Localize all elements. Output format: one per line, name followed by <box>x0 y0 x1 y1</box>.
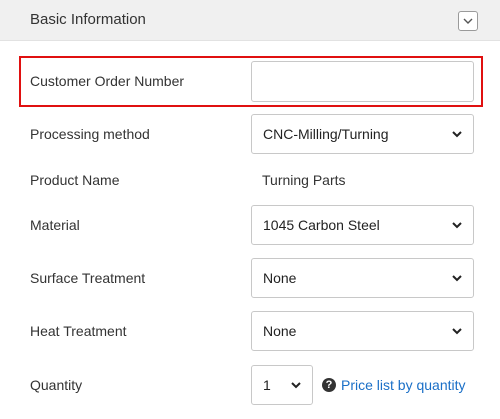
customer-order-number-input[interactable] <box>251 61 474 102</box>
processing-method-select[interactable]: CNC-Milling/Turning <box>251 114 474 154</box>
chevron-down-icon <box>452 328 462 335</box>
section-header: Basic Information <box>0 0 500 41</box>
chevron-down-icon <box>291 382 301 389</box>
quantity-label: Quantity <box>30 377 83 393</box>
material-select[interactable]: 1045 Carbon Steel <box>251 205 474 245</box>
product-name-label: Product Name <box>30 172 120 188</box>
material-value: 1045 Carbon Steel <box>263 217 380 233</box>
surface-treatment-value: None <box>263 270 297 286</box>
quantity-select[interactable]: 1 <box>251 365 313 405</box>
heat-treatment-value: None <box>263 323 297 339</box>
product-name-value: Turning Parts <box>262 172 346 188</box>
heat-treatment-row: Heat Treatment None <box>0 311 500 351</box>
chevron-down-icon <box>452 131 462 138</box>
surface-treatment-select[interactable]: None <box>251 258 474 298</box>
chevron-down-icon <box>452 275 462 282</box>
quantity-value: 1 <box>263 377 271 393</box>
collapse-button[interactable] <box>458 11 478 31</box>
processing-method-row: Processing method CNC-Milling/Turning <box>0 114 500 154</box>
material-label: Material <box>30 217 80 233</box>
chevron-down-icon <box>452 222 462 229</box>
customer-order-number-row: Customer Order Number <box>0 61 500 102</box>
processing-method-label: Processing method <box>30 126 150 142</box>
surface-treatment-row: Surface Treatment None <box>0 258 500 298</box>
heat-treatment-select[interactable]: None <box>251 311 474 351</box>
surface-treatment-label: Surface Treatment <box>30 270 146 286</box>
question-circle-icon: ? <box>322 378 336 392</box>
section-title: Basic Information <box>30 11 146 28</box>
heat-treatment-label: Heat Treatment <box>30 323 127 339</box>
price-list-link-label: Price list by quantity <box>341 377 466 393</box>
quantity-row: Quantity 1 ? Price list by quantity <box>0 365 500 405</box>
chevron-down-icon <box>463 18 473 24</box>
product-name-row: Product Name Turning Parts <box>0 165 500 195</box>
customer-order-number-label: Customer Order Number <box>30 73 185 89</box>
processing-method-value: CNC-Milling/Turning <box>263 126 389 142</box>
material-row: Material 1045 Carbon Steel <box>0 205 500 245</box>
price-list-link[interactable]: ? Price list by quantity <box>322 377 466 393</box>
